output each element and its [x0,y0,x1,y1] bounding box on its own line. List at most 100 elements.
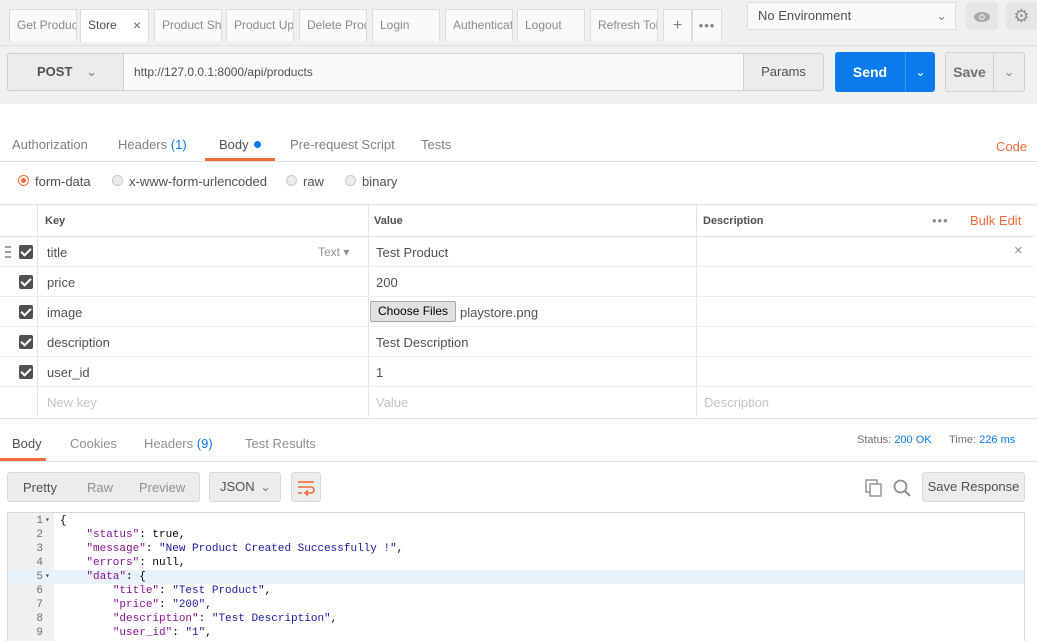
row-key[interactable]: title [47,245,67,260]
save-button[interactable]: Save [945,52,994,92]
column-header-value: Value [374,215,403,227]
copy-icon[interactable] [865,479,882,497]
request-tab-get-product[interactable]: Get Product [9,9,77,41]
type-select[interactable]: Text ▾ [318,245,349,259]
radio-form-data[interactable]: form-data [18,174,91,189]
status-readout: Status: 200 OK [857,434,932,446]
row-checkbox[interactable] [19,365,33,379]
environment-select[interactable]: No Environment ⌄ [747,2,956,30]
code-text: { [60,515,67,527]
gear-icon[interactable]: ⚙ [1006,2,1037,30]
method-select[interactable]: POST ⌄ [7,53,124,91]
json-string: "Test Description" [211,613,331,625]
chevron-down-icon: ⌄ [915,65,926,79]
search-icon[interactable] [893,479,911,497]
params-button[interactable]: Params [743,53,824,91]
json-key: "price" [112,599,160,611]
table-header: Key Value Description ••• Bulk Edit [0,205,1035,237]
status-value: 200 OK [894,434,932,446]
fold-toggle-icon[interactable]: ▾ [45,570,50,584]
tab-body[interactable]: Body [219,137,261,152]
radio-raw[interactable]: raw [286,174,324,189]
more-tabs-button[interactable]: ••• [692,9,722,41]
code-line: 3 "message": "New Product Created Succes… [8,542,1024,556]
format-select[interactable]: JSON ⌄ [209,472,281,502]
fold-toggle-icon[interactable]: ▾ [45,514,50,528]
tab-response-body[interactable]: Body [12,436,42,451]
tab-authorization[interactable]: Authorization [12,137,88,152]
radio-selected-icon [18,175,29,186]
row-checkbox[interactable] [19,335,33,349]
request-tab-refresh-token[interactable]: Refresh Tok [590,9,658,41]
close-icon[interactable]: × [133,10,141,41]
line-number: 3 [36,543,43,555]
response-body-viewer[interactable]: 1 ▾{2 "status": true, 3 "message": "New Pr… [7,512,1025,641]
code-text: "title": "Test Product", [112,585,272,597]
wrap-lines-icon[interactable] [291,472,321,502]
modified-dot-icon [253,141,261,148]
send-button[interactable]: Send [835,52,905,92]
code-text: "user_id": "1", [112,627,212,639]
line-number: 7 [36,599,43,611]
row-value[interactable]: 1 [376,365,383,380]
time-readout: Time: 226 ms [949,434,1016,446]
request-tab-authenticate[interactable]: Authenticat [445,9,513,41]
view-preview-button[interactable]: Preview [139,480,185,495]
row-key[interactable]: image [47,305,82,320]
tab-cookies[interactable]: Cookies [70,436,117,451]
table-row: image Choose Files playstore.png [0,297,1035,327]
view-pretty-button[interactable]: Pretty [23,480,57,495]
response-headers-count: (9) [196,436,213,451]
row-value[interactable]: Test Product [376,245,448,260]
request-tab-logout[interactable]: Logout [517,9,585,41]
send-options-button[interactable]: ⌄ [905,52,935,92]
tab-response-headers[interactable]: Headers (9) [144,436,213,451]
code-link[interactable]: Code [996,139,1027,154]
choose-files-button[interactable]: Choose Files [370,301,457,322]
code-text: "data": { [86,571,146,583]
row-checkbox[interactable] [19,275,33,289]
radio-x-www-form-urlencoded[interactable]: x-www-form-urlencoded [112,174,267,189]
json-key: "title" [112,585,160,597]
request-tab-product-show[interactable]: Product Sho [154,9,222,41]
save-response-button[interactable]: Save Response [922,472,1025,502]
code-line: 2 "status": true, [8,528,1024,542]
row-value[interactable]: Test Description [376,335,468,350]
code-text: "status": true, [86,529,186,541]
new-description-input[interactable]: Description [704,395,769,410]
request-subtabs: Authorization Headers (1) Body Pre-reque… [0,128,1037,162]
tab-tests[interactable]: Tests [421,137,451,152]
row-key[interactable]: price [47,275,75,290]
table-options-button[interactable]: ••• [932,213,949,228]
save-options-button[interactable]: ⌄ [994,52,1025,92]
row-key[interactable]: description [47,335,110,350]
eye-icon[interactable] [966,2,998,30]
drag-handle-icon[interactable] [5,246,11,258]
new-value-input[interactable]: Value [376,395,408,410]
tab-headers[interactable]: Headers (1) [118,137,187,152]
bulk-edit-link[interactable]: Bulk Edit [970,213,1021,228]
row-key[interactable]: user_id [47,365,90,380]
json-key: "user_id" [112,627,173,639]
new-key-input[interactable]: New key [47,395,97,410]
row-checkbox[interactable] [19,245,33,259]
row-value[interactable]: 200 [376,275,398,290]
headers-count: (1) [170,137,187,152]
radio-binary[interactable]: binary [345,174,397,189]
table-row: description Test Description [0,327,1035,357]
request-tab-product-update[interactable]: Product Upd [226,9,294,41]
column-header-description: Description [703,215,764,227]
json-string: "Test Product" [172,585,265,597]
request-tab-login[interactable]: Login [372,9,440,41]
url-input[interactable] [124,53,744,91]
request-tab-store[interactable]: Store × [80,9,149,42]
request-tab-delete-product[interactable]: Delete Prod [299,9,367,41]
tab-pre-request-script[interactable]: Pre-request Script [290,137,395,152]
new-tab-button[interactable]: + [663,9,692,41]
view-raw-button[interactable]: Raw [87,480,113,495]
row-checkbox[interactable] [19,305,33,319]
json-string: "1" [185,627,206,639]
tab-test-results[interactable]: Test Results [245,436,316,451]
chevron-down-icon: ⌄ [936,8,947,23]
delete-row-icon[interactable]: × [1014,242,1023,259]
